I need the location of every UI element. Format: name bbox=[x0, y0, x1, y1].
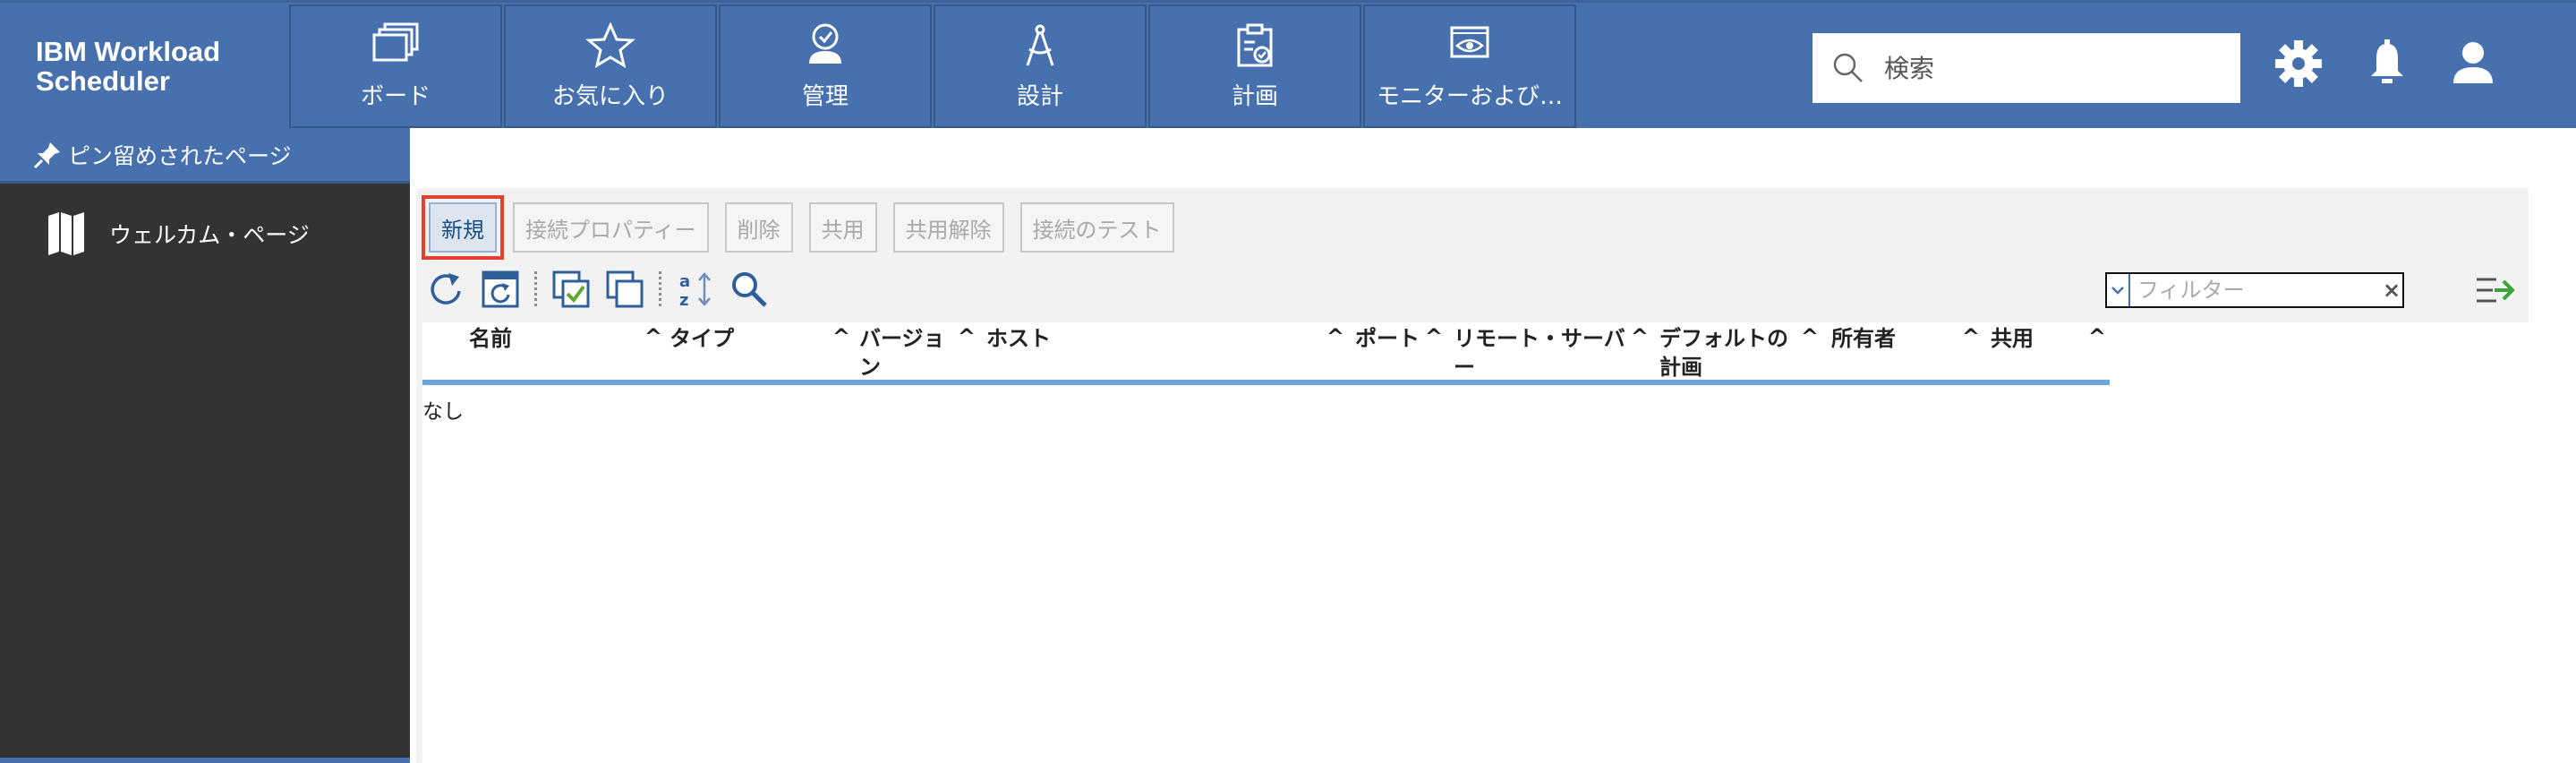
column-host[interactable]: ホスト ^ bbox=[979, 322, 1348, 378]
svg-text:a: a bbox=[679, 272, 690, 291]
sort-caret-icon: ^ bbox=[2087, 324, 2106, 349]
nav-tab-label: モニターおよび… bbox=[1376, 83, 1563, 110]
sort-caret-icon: ^ bbox=[1961, 324, 1980, 349]
sort-caret-icon: ^ bbox=[1800, 324, 1819, 349]
nav-tab-monitor[interactable]: モニターおよび… bbox=[1363, 4, 1576, 128]
nav-tab-favorites[interactable]: お気に入り bbox=[504, 4, 717, 128]
table-header-underline bbox=[422, 380, 2110, 385]
star-icon bbox=[585, 22, 635, 69]
column-title: ホスト bbox=[986, 326, 1051, 351]
nav-tab-label: 管理 bbox=[801, 83, 849, 110]
unshare-button[interactable]: 共用解除 bbox=[892, 202, 1004, 253]
column-title: デフォルトの計画 bbox=[1659, 326, 1788, 380]
svg-text:z: z bbox=[679, 291, 688, 309]
connections-table: 名前 ^ タイプ ^ バージョン ^ ホスト ^ ポート ^ リモート・サーバー… bbox=[422, 322, 2529, 763]
nav-tab-boards[interactable]: ボード bbox=[289, 4, 502, 128]
column-remote-server[interactable]: リモート・サーバー ^ bbox=[1446, 322, 1652, 380]
nav-tab-admin[interactable]: 管理 bbox=[719, 4, 932, 128]
nav-tab-label: ボード bbox=[360, 83, 431, 110]
search-input[interactable] bbox=[1882, 52, 2226, 84]
sort-caret-icon: ^ bbox=[832, 324, 850, 349]
global-search[interactable] bbox=[1813, 33, 2240, 103]
nav-tab-label: 計画 bbox=[1231, 83, 1278, 110]
share-button[interactable]: 共用 bbox=[808, 202, 877, 253]
search-icon bbox=[1833, 53, 1863, 82]
empty-table-text: なし bbox=[422, 400, 464, 424]
gear-icon[interactable] bbox=[2272, 37, 2325, 90]
deselect-all-icon[interactable] bbox=[605, 270, 644, 309]
column-default-plan[interactable]: デフォルトの計画 ^ bbox=[1652, 322, 1822, 380]
top-header: IBM Workload Scheduler ボード お気に入り 管理 設計 計… bbox=[0, 0, 2576, 128]
toolbar-separator bbox=[534, 271, 537, 307]
refresh-page-icon[interactable] bbox=[481, 270, 520, 309]
column-type[interactable]: タイプ ^ bbox=[666, 322, 854, 378]
select-all-icon[interactable] bbox=[551, 270, 591, 309]
search-icon[interactable] bbox=[729, 270, 769, 309]
column-title: 名前 bbox=[469, 326, 512, 351]
sort-caret-icon: ^ bbox=[644, 324, 662, 349]
filter-box[interactable]: × bbox=[2105, 272, 2404, 308]
column-title: タイプ bbox=[670, 326, 734, 351]
column-title: バージョン bbox=[859, 326, 945, 380]
pinned-pages-header[interactable]: ピン留めされたページ bbox=[0, 128, 410, 184]
filter-dropdown[interactable] bbox=[2107, 274, 2130, 306]
column-title: リモート・サーバー bbox=[1454, 326, 1625, 380]
pin-icon bbox=[33, 141, 60, 168]
monitor-eye-icon bbox=[1450, 26, 1489, 58]
user-icon[interactable] bbox=[2446, 37, 2500, 90]
test-connection-button[interactable]: 接続のテスト bbox=[1019, 202, 1174, 253]
sort-caret-icon: ^ bbox=[1630, 324, 1649, 349]
nav-tab-label: 設計 bbox=[1016, 83, 1063, 110]
connection-properties-button[interactable]: 接続プロパティー bbox=[513, 202, 709, 253]
nav-tab-planning[interactable]: 計画 bbox=[1148, 4, 1361, 128]
map-icon bbox=[48, 212, 84, 255]
sort-az-icon[interactable]: a z bbox=[676, 270, 715, 309]
sidebar-item-welcome[interactable]: ウェルカム・ページ bbox=[47, 210, 310, 257]
column-version[interactable]: バージョン ^ bbox=[854, 322, 979, 380]
chevron-down-icon bbox=[2111, 287, 2124, 295]
action-toolbar: 新規 接続プロパティー 削除 共用 共用解除 接続のテスト bbox=[422, 195, 1190, 260]
table-icon-toolbar: a z bbox=[427, 267, 783, 312]
product-brand[interactable]: IBM Workload Scheduler bbox=[36, 37, 269, 96]
sort-caret-icon: ^ bbox=[957, 324, 976, 349]
refresh-icon[interactable] bbox=[427, 270, 466, 309]
clear-filter-icon[interactable]: × bbox=[2383, 278, 2401, 303]
column-owner[interactable]: 所有者 ^ bbox=[1822, 322, 1983, 378]
column-shared[interactable]: 共用 ^ bbox=[1983, 322, 2110, 378]
nav-tab-label: お気に入り bbox=[551, 83, 669, 110]
delete-button[interactable]: 削除 bbox=[724, 202, 793, 253]
sidebar: ウェルカム・ページ bbox=[0, 184, 410, 763]
nav-tab-design[interactable]: 設計 bbox=[934, 4, 1147, 128]
clipboard-icon bbox=[1237, 23, 1273, 67]
sidebar-item-label: ウェルカム・ページ bbox=[109, 222, 310, 248]
table-header: 名前 ^ タイプ ^ バージョン ^ ホスト ^ ポート ^ リモート・サーバー… bbox=[422, 322, 2110, 387]
admin-user-icon bbox=[809, 23, 841, 64]
pinned-pages-label: ピン留めされたページ bbox=[68, 142, 292, 169]
main-nav: ボード お気に入り 管理 設計 計画 モニターおよび… bbox=[289, 4, 1578, 128]
compass-icon bbox=[1026, 24, 1054, 66]
sort-caret-icon: ^ bbox=[1424, 324, 1443, 349]
new-button[interactable]: 新規 bbox=[422, 195, 504, 260]
main-panel: 新規 接続プロパティー 削除 共用 共用解除 接続のテスト a z フィルター … bbox=[416, 188, 2529, 763]
sort-caret-icon: ^ bbox=[1326, 324, 1344, 349]
export-columns-icon[interactable] bbox=[2473, 269, 2516, 312]
bell-icon[interactable] bbox=[2360, 37, 2414, 90]
column-title: 所有者 bbox=[1831, 326, 1896, 351]
toolbar-separator bbox=[659, 271, 661, 307]
filter-input[interactable] bbox=[2136, 277, 2381, 304]
boards-icon bbox=[372, 22, 419, 62]
column-name[interactable]: 名前 ^ bbox=[422, 322, 666, 378]
column-port[interactable]: ポート ^ bbox=[1348, 322, 1446, 378]
sidebar-divider bbox=[0, 758, 410, 763]
